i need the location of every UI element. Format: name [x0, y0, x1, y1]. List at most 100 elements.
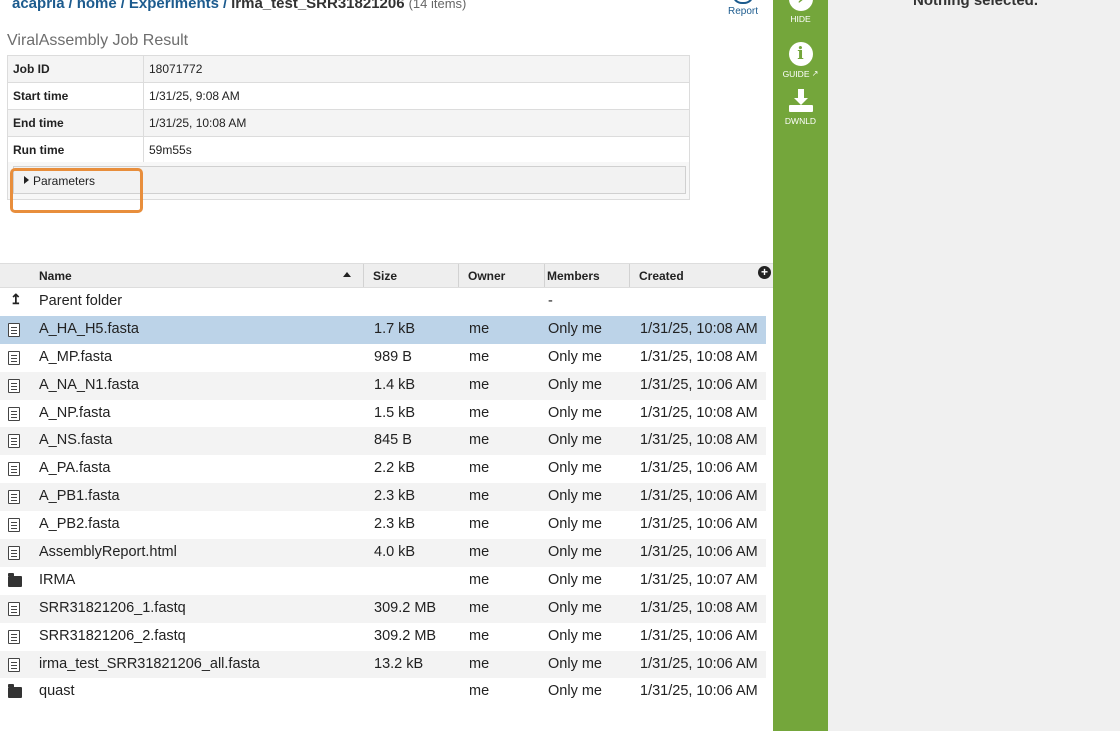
report-button[interactable]: Report [726, 0, 760, 17]
file-size: 4.0 kB [374, 544, 416, 561]
main-content: acapria / home / Experiments / irma_test_SRR31… [0, 0, 773, 731]
breadcrumb-link-experiments[interactable]: Experiments [129, 0, 219, 12]
file-created: 1/31/25, 10:06 AM [640, 544, 758, 561]
file-name: IRMA [39, 571, 76, 588]
breadcrumb-separator: / [68, 0, 73, 12]
file-icon [8, 546, 20, 561]
column-header-owner[interactable]: Owner [459, 264, 545, 287]
report-label: Report [727, 6, 758, 17]
hide-button[interactable]: › HIDE [773, 0, 828, 24]
file-members: Only me [548, 320, 602, 337]
folder-row[interactable]: IRMA me Only me 1/31/25, 10:07 AM [0, 567, 766, 595]
sort-ascending-icon [343, 272, 351, 277]
file-row[interactable]: A_NA_N1.fasta 1.4 kB me Only me 1/31/25, 10:… [0, 371, 766, 400]
file-icon [8, 378, 20, 393]
file-icon [8, 406, 20, 421]
info-icon: i [788, 42, 813, 66]
file-members: Only me [548, 348, 602, 365]
job-key: Start time [7, 82, 144, 110]
breadcrumb-separator: / [120, 0, 125, 12]
file-members: Only me [548, 488, 602, 505]
file-row[interactable]: A_NS.fasta 845 B me Only me 1/31/25, 10:08 A… [0, 427, 766, 456]
file-created: 1/31/25, 10:06 AM [640, 488, 758, 505]
file-name: SRR31821206_1.fastq [39, 599, 186, 616]
file-owner: me [469, 404, 490, 421]
file-name: A_MP.fasta [39, 348, 113, 365]
file-owner: me [469, 516, 490, 533]
download-button[interactable]: DWNLD [773, 89, 828, 126]
column-header-size[interactable]: Size [364, 264, 459, 287]
file-owner: me [469, 376, 490, 393]
file-row[interactable]: AssemblyReport.html 4.0 kB me Only me 1/31/2… [0, 539, 766, 567]
file-name: A_NA_N1.fasta [39, 376, 139, 393]
file-owner: me [469, 599, 490, 616]
job-row: End time 1/31/25, 10:08 AM [7, 109, 690, 137]
download-label: DWNLD [784, 116, 817, 126]
breadcrumb-link-user[interactable]: acapria [12, 0, 65, 12]
file-name: A_PB1.fasta [39, 488, 120, 505]
breadcrumb: acapria / home / Experiments / irma_test_SRR31… [12, 0, 466, 12]
file-icon [8, 462, 20, 477]
file-created: 1/31/25, 10:06 AM [640, 376, 758, 393]
file-row[interactable]: A_PB1.fasta 2.3 kB me Only me 1/31/25, 10:06… [0, 483, 766, 512]
report-icon [732, 0, 754, 4]
breadcrumb-link-home[interactable]: home [77, 0, 117, 12]
file-members: Only me [548, 683, 602, 700]
job-row: Job ID 18071772 [7, 55, 690, 83]
parameters-toggle[interactable]: Parameters [13, 166, 686, 194]
job-row: Start time 1/31/25, 9:08 AM [7, 82, 690, 110]
file-size: 989 B [374, 348, 412, 365]
folder-row[interactable]: quast me Only me 1/31/25, 10:06 AM [0, 678, 766, 706]
file-size: 2.3 kB [374, 516, 416, 533]
file-row[interactable]: irma_test_SRR31821206_all.fasta 13.2 kB me… [0, 650, 766, 679]
file-members: Only me [548, 516, 602, 533]
file-row[interactable]: A_HA_H5.fasta 1.7 kB me Only me 1/31/25, 10:… [0, 315, 766, 344]
job-value: 1/31/25, 10:08 AM [143, 109, 690, 137]
parameters-section: Parameters [7, 162, 690, 200]
download-icon [788, 89, 814, 113]
file-icon [8, 601, 20, 616]
file-name: A_HA_H5.fasta [39, 320, 139, 337]
file-name: AssemblyReport.html [39, 544, 177, 561]
file-icon [8, 434, 20, 449]
file-created: 1/31/25, 10:08 AM [640, 320, 758, 337]
file-members: - [548, 293, 553, 309]
job-value: 59m55s [143, 136, 690, 164]
file-icon [8, 322, 20, 337]
file-members: Only me [548, 599, 602, 616]
file-members: Only me [548, 460, 602, 477]
file-icon [8, 350, 20, 365]
file-members: Only me [548, 404, 602, 421]
file-row[interactable]: A_PA.fasta 2.2 kB me Only me 1/31/25, 10:06 … [0, 455, 766, 483]
job-info-table: Job ID 18071772 Start time 1/31/25, 9:08 A… [7, 55, 690, 164]
file-members: Only me [548, 432, 602, 449]
file-row[interactable]: SRR31821206_2.fastq 309.2 MB me Only me 1/31… [0, 623, 766, 651]
file-size: 2.2 kB [374, 460, 416, 477]
parent-folder-row[interactable]: ↥ Parent folder - [0, 288, 766, 316]
file-size: 309.2 MB [374, 599, 437, 616]
job-value: 18071772 [143, 55, 690, 83]
file-list: ↥ Parent folder - A_HA_H5.fasta 1.7 kB me O… [0, 288, 766, 706]
column-header-name[interactable]: Name [0, 264, 364, 287]
file-created: 1/31/25, 10:06 AM [640, 683, 758, 700]
column-header-members[interactable]: Members [545, 264, 630, 287]
file-row[interactable]: A_PB2.fasta 2.3 kB me Only me 1/31/25, 10:06… [0, 511, 766, 539]
grid-header: Name Size Owner Members Created [0, 263, 773, 288]
file-name: A_NS.fasta [39, 432, 113, 449]
file-size: 309.2 MB [374, 627, 437, 644]
file-owner: me [469, 320, 490, 337]
external-link-icon: ↗ [809, 69, 819, 78]
job-key: Run time [7, 136, 144, 164]
add-column-icon[interactable]: + [758, 266, 771, 279]
file-row[interactable]: A_NP.fasta 1.5 kB me Only me 1/31/25, 10:08 … [0, 400, 766, 428]
folder-icon [8, 572, 22, 587]
file-row[interactable]: SRR31821206_1.fastq 309.2 MB me Only me 1/31… [0, 594, 766, 623]
column-header-created[interactable]: Created [630, 264, 773, 287]
file-created: 1/31/25, 10:08 AM [640, 599, 758, 616]
file-owner: me [469, 348, 490, 365]
caret-right-icon [24, 176, 29, 184]
guide-button[interactable]: i GUIDE ↗ [773, 42, 828, 79]
file-owner: me [469, 544, 490, 561]
file-row[interactable]: A_MP.fasta 989 B me Only me 1/31/25, 10:08 A… [0, 344, 766, 372]
file-created: 1/31/25, 10:08 AM [640, 404, 758, 421]
